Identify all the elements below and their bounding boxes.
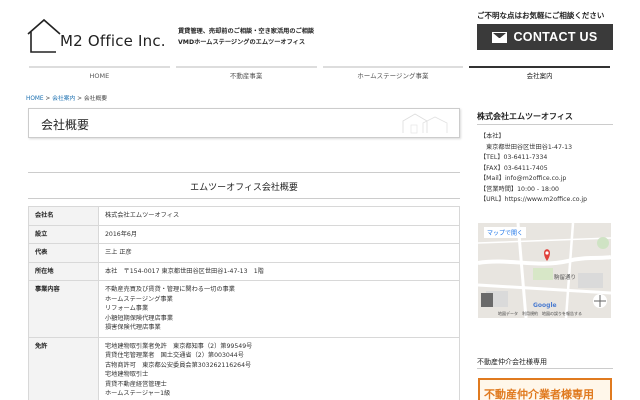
- table-value-line: ホームステージャー1級: [105, 390, 171, 397]
- table-row: 会社名 株式会社エムツーオフィス: [28, 206, 460, 226]
- table-value-line: リフォーム事業: [105, 305, 149, 312]
- page-title: 会社概要: [41, 118, 90, 132]
- section-title: エムツーオフィス会社概要: [28, 172, 460, 199]
- table-value-line: 2016年6月: [105, 230, 138, 238]
- table-key: 代表: [28, 243, 99, 263]
- map-open-link[interactable]: マップで開く: [484, 227, 527, 238]
- sidebar-info-line: 【FAX】03-6411-7405: [480, 164, 548, 172]
- divider: [477, 124, 613, 125]
- sidebar-info-line: 【URL】https://www.m2office.co.jp: [480, 196, 588, 203]
- sidebar-info-line: 【Mail】info@m2office.co.jp: [480, 175, 567, 182]
- table-value-line: 三上 正彦: [105, 249, 132, 256]
- contact-note: ご不明な点はお気軽にご相談ください: [477, 11, 605, 20]
- table-value: 本社 〒154-0017 東京都世田谷区世田谷1-47-13 1階: [98, 261, 460, 281]
- table-value-line: 不動産売買及び賃貸・管理に関わる一切の事業: [105, 286, 235, 293]
- header-tagline: 賃貸管理、売却前のご相談・空き家活用のご相談 VMDホームステージングのエムツー…: [178, 26, 314, 48]
- breadcrumb-separator: >: [75, 96, 84, 102]
- table-value-line: ホームステージング事業: [105, 295, 173, 303]
- table-value-line: 宅地建物取引業者免許 東京都知事（2）第99549号: [105, 342, 253, 350]
- table-value-line: 賃貸不動産経営管理士: [105, 380, 167, 388]
- table-row: 免許 宅地建物取引業者免許 東京都知事（2）第99549号 賃貸住宅管理業者 国土交…: [28, 336, 460, 400]
- nav-item-home[interactable]: HOME: [29, 66, 170, 84]
- table-row: 事業内容 不動産売買及び賃貸・管理に関わる一切の事業 ホームステージング事業 リフォー…: [28, 280, 460, 338]
- breadcrumb: HOME > 会社案内 > 会社概要: [26, 93, 107, 102]
- table-row: 設立 2016年6月: [28, 224, 460, 244]
- table-value-line: 古物商許可 東京都公安委員会第303262116264号: [105, 361, 252, 369]
- table-key: 設立: [28, 224, 99, 244]
- table-value-line: 本社 〒154-0017 東京都世田谷区世田谷1-47-13 1階: [105, 267, 264, 275]
- sidebar-contact-info: 【本社】東京都世田谷区世田谷1-47-13 【TEL】03-6411-7334 【F…: [480, 132, 587, 206]
- google-map[interactable]: マップで開く 駒留通り Google 地図データ 利用規約 地図の誤りを報告する: [478, 223, 611, 318]
- map-road-label: 駒留通り: [554, 275, 577, 281]
- table-value: 2016年6月: [98, 224, 460, 244]
- table-value-line: 小額短期保険代理店事業: [105, 314, 174, 322]
- table-value: 宅地建物取引業者免許 東京都知事（2）第99549号 賃貸住宅管理業者 国土交通省…: [98, 336, 460, 400]
- breadcrumb-current: 会社概要: [83, 96, 108, 102]
- sidebar-company-name: 株式会社エムツーオフィス: [477, 112, 573, 121]
- broker-banner-text: 不動産仲介業者様専用: [484, 388, 594, 400]
- table-value-line: 株式会社エムツーオフィス: [105, 212, 180, 219]
- tagline-line-1: 賃貸管理、売却前のご相談・空き家活用のご相談: [178, 28, 315, 35]
- main-nav: HOME 不動産事業 ホームステージング事業 会社案内: [26, 66, 613, 84]
- table-key: 事業内容: [28, 280, 99, 338]
- table-value: 三上 正彦: [98, 243, 460, 263]
- nav-item-home-staging[interactable]: ホームステージング事業: [322, 66, 464, 84]
- broker-banner[interactable]: 不動産仲介業者様専用: [478, 378, 612, 400]
- logo-text: M2 Office Inc.: [60, 32, 166, 50]
- table-key: 所在地: [28, 261, 99, 281]
- table-value-line: 損害保険代理店事業: [105, 324, 161, 331]
- mail-icon: [492, 31, 508, 43]
- page-title-box: 会社概要: [28, 108, 460, 138]
- contact-us-label: CONTACT US: [513, 30, 598, 44]
- map-attribution[interactable]: 地図データ 利用規約 地図の誤りを報告する: [498, 311, 582, 317]
- table-key: 会社名: [28, 206, 99, 226]
- nav-item-company[interactable]: 会社案内: [469, 66, 610, 84]
- table-value-line: 賃貸住宅管理業者 国土交通省（2）第003044号: [105, 352, 244, 359]
- sidebar-section-title: 不動産仲介会社様専用: [477, 358, 547, 366]
- house-sketch-icon: [402, 113, 448, 134]
- company-info-table: 会社名 株式会社エムツーオフィス 設立 2016年6月 代表 三上 正彦 所在地 本社 〒15…: [28, 206, 460, 400]
- company-logo[interactable]: M2 Office Inc.: [26, 16, 166, 56]
- breadcrumb-home[interactable]: HOME: [26, 96, 44, 102]
- sidebar-info-line: 【本社】: [480, 133, 505, 140]
- breadcrumb-company[interactable]: 会社案内: [52, 96, 75, 102]
- table-row: 所在地 本社 〒154-0017 東京都世田谷区世田谷1-47-13 1階: [28, 261, 460, 281]
- table-row: 代表 三上 正彦: [28, 243, 460, 263]
- table-value: 株式会社エムツーオフィス: [98, 206, 460, 226]
- breadcrumb-separator: >: [43, 96, 53, 102]
- table-value: 不動産売買及び賃貸・管理に関わる一切の事業 ホームステージング事業 リフォーム事業小…: [98, 280, 460, 338]
- table-value-line: 宅地建物取引士: [105, 371, 149, 378]
- tagline-line-2: VMDホームステージングのエムツーオフィス: [178, 39, 306, 46]
- sidebar-info-line: 【TEL】03-6411-7334: [480, 154, 548, 161]
- contact-us-button[interactable]: CONTACT US: [477, 24, 613, 50]
- table-key: 免許: [28, 336, 99, 400]
- nav-item-real-estate[interactable]: 不動産事業: [175, 66, 317, 84]
- divider: [477, 368, 613, 369]
- google-logo: Google: [533, 302, 557, 309]
- sidebar-info-line: 東京都世田谷区世田谷1-47-13: [486, 143, 573, 151]
- sidebar-info-line: 【営業時間】10:00 - 18:00: [480, 185, 559, 193]
